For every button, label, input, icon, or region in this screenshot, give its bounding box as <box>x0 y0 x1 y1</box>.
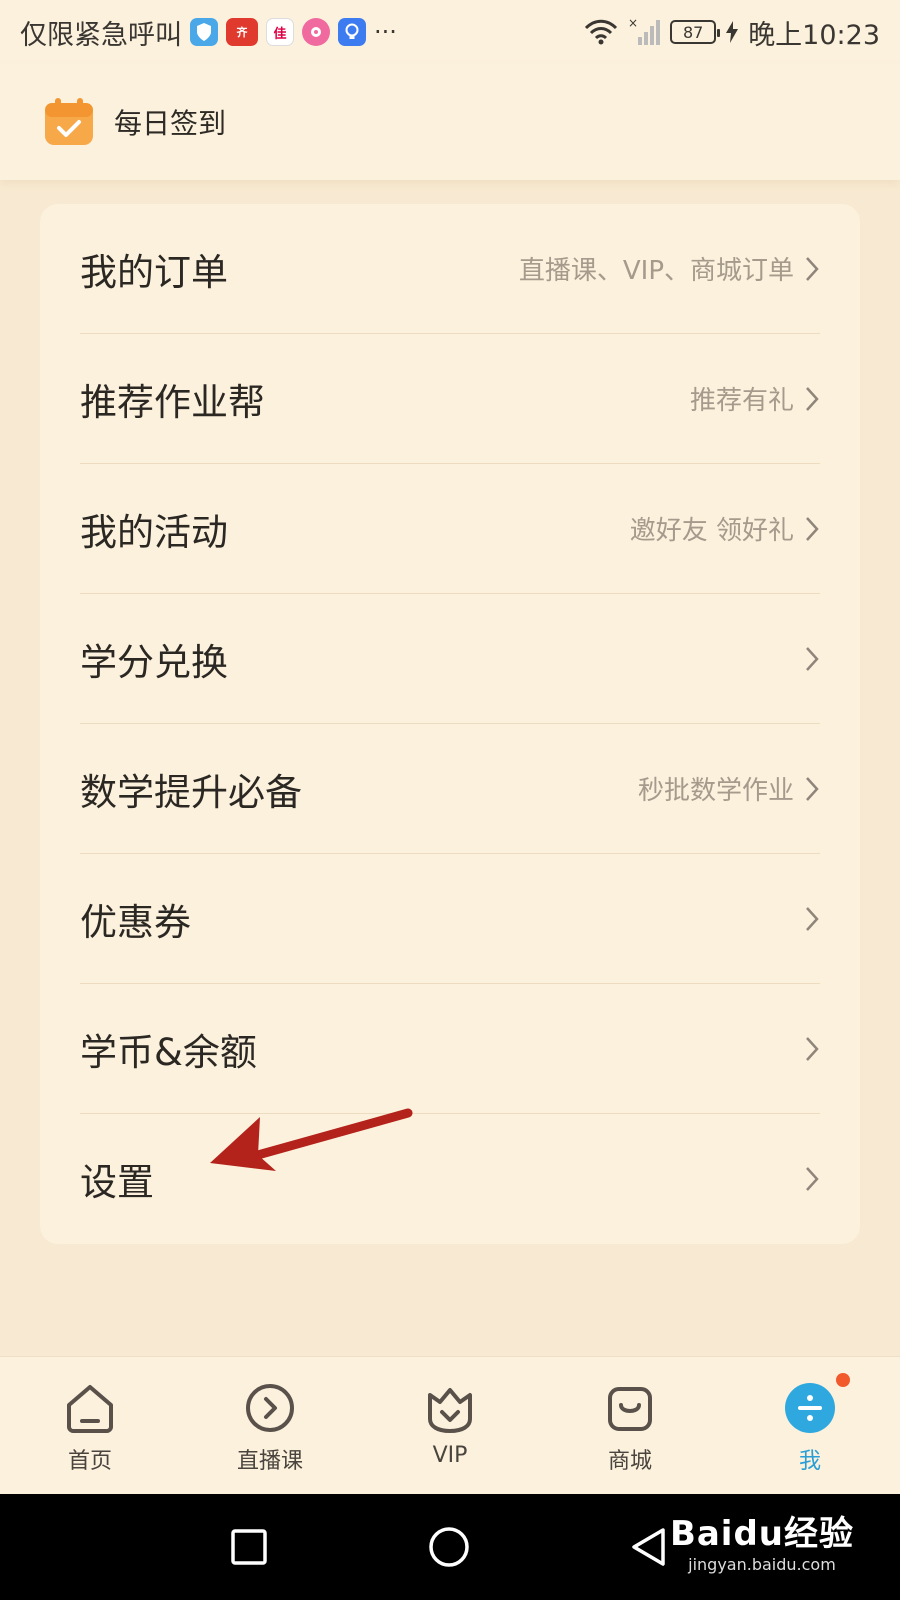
annotation-arrow <box>210 1108 413 1171</box>
chevron-right-icon <box>806 776 819 801</box>
menu-item-hint: 秒批数学作业 <box>637 776 794 806</box>
menu-item-title: 设置 <box>80 1161 154 1204</box>
bulb-app-icon <box>338 18 366 46</box>
system-nav-bar: Baidu经验 jingyan.baidu.com <box>0 1494 900 1600</box>
menu-item-recommend[interactable]: 推荐作业帮 推荐有礼 <box>80 334 820 464</box>
notification-dot <box>836 1373 850 1387</box>
menu-item-my-activities[interactable]: 我的活动 邀好友 领好礼 <box>80 464 820 594</box>
signin-label: 每日签到 <box>114 107 227 140</box>
calendar-check-icon <box>45 98 93 145</box>
chevron-right-icon <box>806 516 819 541</box>
menu-item-credit-exchange[interactable]: 学分兑换 <box>80 594 820 724</box>
watermark-url: jingyan.baidu.com <box>688 1555 836 1574</box>
menu-item-hint: 邀好友 领好礼 <box>629 516 794 546</box>
nav-home[interactable]: 首页 <box>0 1357 180 1494</box>
nav-live-class[interactable]: 直播课 <box>180 1357 360 1494</box>
chevron-right-icon <box>806 1167 819 1191</box>
menu-item-hint: 直播课、VIP、商城订单 <box>518 256 794 286</box>
menu-item-coins-balance[interactable]: 学币&余额 <box>80 984 820 1114</box>
menu-item-my-orders[interactable]: 我的订单 直播课、VIP、商城订单 <box>80 204 820 334</box>
shield-app-icon <box>190 18 218 46</box>
home-button-icon[interactable] <box>428 1526 470 1568</box>
game-app-icon: 佳 <box>266 18 294 46</box>
menu-card: 我的订单 直播课、VIP、商城订单 推荐作业帮 推荐有礼 我的活动 邀好友 领好… <box>40 204 860 1244</box>
nav-label: VIP <box>432 1443 468 1468</box>
status-bar: 仅限紧急呼叫 齐 佳 ··· × 87 晚上10:23 <box>0 0 900 64</box>
nav-label: 直播课 <box>236 1449 303 1474</box>
bottom-nav: 首页 直播课 VIP 商城 我 <box>0 1356 900 1494</box>
nav-label: 商城 <box>607 1449 652 1474</box>
menu-item-title: 学分兑换 <box>80 640 228 684</box>
vip-icon <box>428 1388 472 1433</box>
profile-icon <box>785 1383 835 1433</box>
charging-icon <box>726 21 739 43</box>
menu-item-coupons[interactable]: 优惠券 <box>80 854 820 984</box>
back-button-icon[interactable] <box>628 1526 668 1568</box>
status-right: × 87 晚上10:23 <box>584 13 880 52</box>
menu-item-math-boost[interactable]: 数学提升必备 秒批数学作业 <box>80 724 820 854</box>
menu-item-title: 数学提升必备 <box>80 770 302 814</box>
news-app-icon: 齐 <box>226 18 258 46</box>
menu-item-title: 优惠券 <box>80 900 191 944</box>
recent-apps-icon[interactable] <box>230 1528 268 1566</box>
wifi-icon <box>585 19 618 45</box>
chevron-right-icon <box>806 386 819 411</box>
chat-app-icon <box>302 18 330 46</box>
menu-item-title: 我的订单 <box>80 250 228 294</box>
nav-shop[interactable]: 商城 <box>540 1357 720 1494</box>
menu-item-title: 推荐作业帮 <box>80 380 265 424</box>
chevron-right-icon <box>806 1036 819 1061</box>
watermark-logo: Baidu经验 <box>669 1514 854 1554</box>
nav-label: 我 <box>798 1449 821 1474</box>
nav-me[interactable]: 我 <box>720 1357 900 1494</box>
clock: 晚上10:23 <box>748 19 880 51</box>
chevron-right-icon <box>806 646 819 671</box>
menu-item-settings[interactable]: 设置 <box>80 1114 820 1244</box>
daily-signin[interactable]: 每日签到 <box>0 64 900 180</box>
chevron-right-icon <box>806 256 819 281</box>
menu-item-hint: 推荐有礼 <box>689 386 794 416</box>
emergency-call-text: 仅限紧急呼叫 <box>20 19 182 51</box>
svg-text:×: × <box>628 17 638 30</box>
signal-icon: × <box>628 17 661 45</box>
status-left: 仅限紧急呼叫 齐 佳 ··· <box>20 13 397 52</box>
menu-item-title: 我的活动 <box>80 510 228 554</box>
menu-item-title: 学币&余额 <box>80 1030 257 1074</box>
nav-label: 首页 <box>67 1449 112 1474</box>
nav-vip[interactable]: VIP <box>360 1357 540 1494</box>
battery-icon: 87 <box>670 20 721 44</box>
home-icon <box>67 1385 113 1433</box>
shop-bag-icon <box>608 1387 652 1431</box>
chevron-right-icon <box>806 906 819 931</box>
more-notifications-icon: ··· <box>374 18 397 46</box>
play-icon <box>246 1384 294 1432</box>
baidu-watermark: Baidu经验 jingyan.baidu.com <box>670 1506 854 1574</box>
